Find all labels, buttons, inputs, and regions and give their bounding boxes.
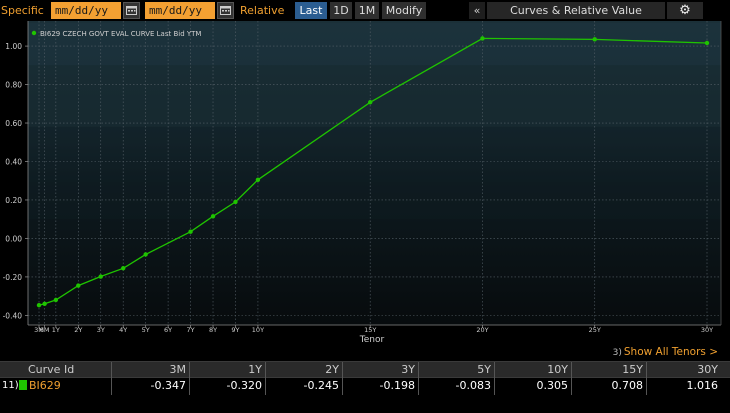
series-color-swatch	[19, 380, 27, 390]
legend[interactable]: BI629 CZECH GOVT EVAL CURVE Last Bid YTM	[31, 30, 202, 38]
value-3m: -0.347	[150, 379, 186, 392]
x-axis: 3M6M 1Y 2Y 3Y 4Y 5Y 6Y 7Y 8Y 9Y 10Y 15Y 20Y 25Y 30Y	[34, 325, 713, 334]
y-tick-label: -0.20	[3, 273, 23, 282]
x-tick-label: 7Y	[187, 326, 195, 334]
x-tick-label: 3Y	[97, 326, 105, 334]
y-tick-label: 0.20	[5, 196, 22, 205]
data-point	[592, 37, 597, 42]
value-10y: 0.305	[536, 379, 569, 392]
background-band	[28, 126, 721, 220]
data-point	[76, 283, 81, 288]
start-calendar-icon[interactable]	[123, 2, 140, 19]
background-band	[28, 65, 721, 127]
start-date-input[interactable]: mm/dd/yy	[51, 2, 121, 19]
y-tick-label: 0.40	[5, 157, 22, 166]
header-30y: 30Y	[697, 363, 718, 376]
end-calendar-icon[interactable]	[217, 2, 234, 19]
x-tick-label: 4Y	[119, 326, 127, 334]
header-10y: 10Y	[547, 363, 568, 376]
header-3y: 3Y	[401, 363, 415, 376]
curve-id-text: BI629	[29, 379, 61, 392]
x-tick-label: 10Y	[252, 326, 264, 334]
value-15y: 0.708	[611, 379, 644, 392]
value-1y: -0.320	[226, 379, 262, 392]
header-5y: 5Y	[477, 363, 491, 376]
data-point	[255, 177, 261, 182]
data-point	[188, 229, 193, 234]
header-2y: 2Y	[325, 363, 339, 376]
data-point	[53, 297, 59, 303]
x-tick-label: 9Y	[231, 326, 239, 334]
y-tick-label: 1.00	[5, 42, 22, 51]
data-point	[480, 36, 485, 41]
x-tick-label: 8Y	[209, 326, 217, 334]
toolbar: Specific mm/dd/yy mm/dd/yy Relative Last…	[0, 0, 730, 21]
window-title: Curves & Relative Value	[487, 2, 665, 19]
header-1y: 1Y	[248, 363, 262, 376]
y-tick-label: 0.80	[5, 81, 22, 90]
y-tick-label: -0.40	[3, 311, 23, 320]
tenor-table: Curve Id 3M 1Y 2Y 3Y 5Y 10Y 15Y 30Y 11) …	[0, 361, 730, 395]
value-30y: 1.016	[686, 379, 719, 392]
value-3y: -0.198	[379, 379, 415, 392]
x-tick-label: 2Y	[74, 326, 82, 334]
data-point	[233, 199, 238, 205]
y-tick-label: 0.00	[5, 234, 22, 243]
chart-svg: -0.40-0.200.000.200.400.600.801.00 3M6M 1…	[3, 21, 722, 344]
legend-swatch	[31, 30, 37, 36]
x-tick-label: 25Y	[589, 326, 601, 334]
x-tick-label: 30Y	[701, 326, 713, 334]
x-tick-label: 20Y	[476, 326, 488, 334]
table-row[interactable]: 11) BI629 -0.347 -0.320 -0.245 -0.198 -0…	[0, 378, 730, 395]
background-bands	[28, 23, 721, 220]
header-3m: 3M	[169, 363, 187, 376]
data-point	[42, 301, 47, 307]
data-point	[98, 274, 103, 279]
1d-button[interactable]: 1D	[330, 2, 352, 19]
legend-label: BI629 CZECH GOVT EVAL CURVE Last Bid YTM	[40, 30, 201, 38]
modify-button[interactable]: Modify	[382, 2, 426, 19]
value-2y: -0.245	[303, 379, 339, 392]
data-point	[367, 100, 373, 105]
x-tick-label: 15Y	[364, 326, 376, 334]
show-all-tenors-link[interactable]: 3) Show All Tenors >	[613, 345, 718, 359]
data-point	[143, 252, 148, 257]
gear-icon[interactable]: ⚙	[667, 2, 703, 19]
data-point	[210, 214, 216, 219]
show-all-label: Show All Tenors >	[623, 346, 718, 358]
x-tick-label: 5Y	[142, 326, 150, 334]
x-tick-label: 6Y	[164, 326, 172, 334]
x-tick-label: 1Y	[52, 326, 60, 334]
curve-id-cell[interactable]: BI629	[19, 378, 109, 395]
1m-button[interactable]: 1M	[355, 2, 379, 19]
show-all-number: 3)	[612, 348, 622, 358]
header-15y: 15Y	[622, 363, 643, 376]
y-tick-label: 0.60	[5, 119, 22, 128]
yield-curve-chart[interactable]: -0.40 -0.20 0.00 0.20 0.40 0.60 0.80 1.00 3M 6M 1…	[0, 21, 730, 344]
collapse-button[interactable]: «	[469, 2, 485, 19]
data-point	[36, 302, 42, 308]
specific-label[interactable]: Specific	[1, 2, 49, 19]
y-axis: -0.40 -0.20 0.00 0.20 0.40 0.60 0.80 1.00	[3, 42, 28, 320]
data-point	[704, 40, 710, 46]
relative-label[interactable]: Relative	[240, 2, 290, 19]
table-header-row: Curve Id 3M 1Y 2Y 3Y 5Y 10Y 15Y 30Y	[0, 361, 730, 379]
end-date-input[interactable]: mm/dd/yy	[145, 2, 215, 19]
header-curve-id: Curve Id	[28, 363, 75, 376]
x-axis-label: Tenor	[359, 335, 385, 344]
data-point	[121, 266, 126, 271]
last-button[interactable]: Last	[295, 2, 327, 19]
value-5y: -0.083	[455, 379, 491, 392]
x-tick-label: 6M	[40, 326, 50, 334]
